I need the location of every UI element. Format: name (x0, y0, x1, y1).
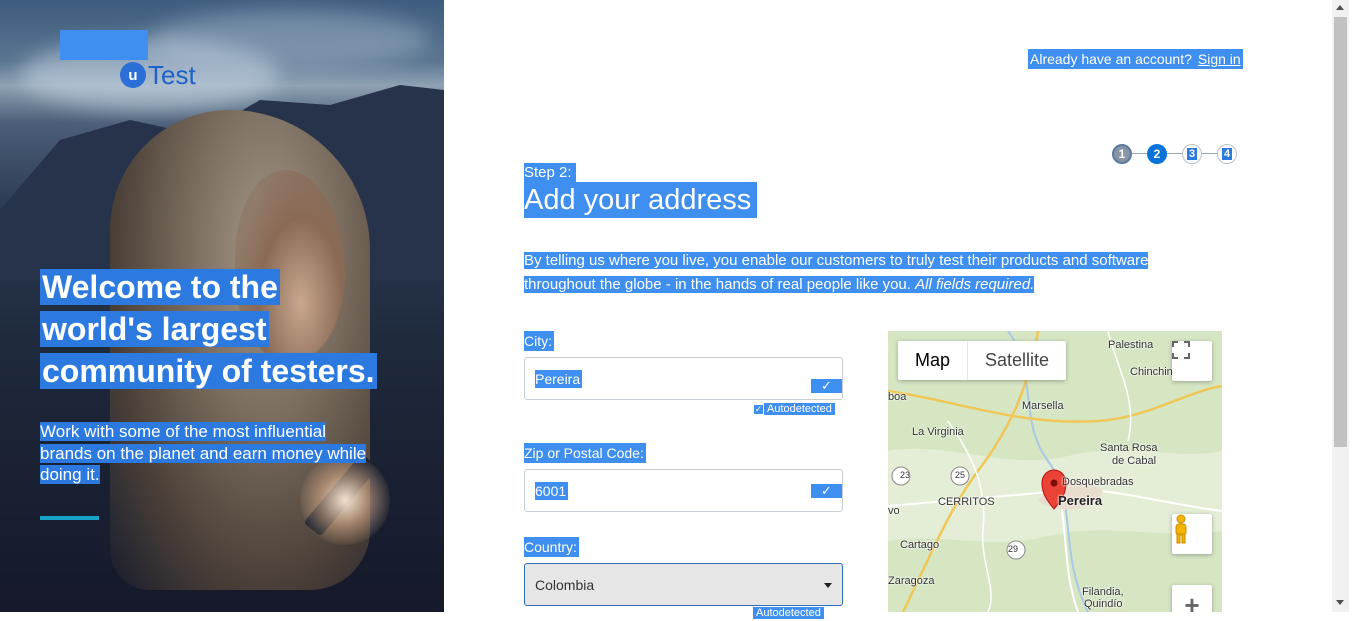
map-type-map-button[interactable]: Map (898, 341, 967, 380)
hero-title: Welcome to the world's largest community… (40, 266, 400, 392)
map-label: CERRITOS (938, 496, 995, 508)
intro-line: throughout the globe - in the hands of r… (524, 275, 916, 293)
country-autodetected-text: Autodetected (753, 607, 824, 619)
city-value: Pereira (535, 370, 583, 388)
country-autodetected-badge: Autodetected (753, 606, 824, 621)
city-autodetected-text: Autodetected (764, 403, 835, 415)
zip-label: Zip or Postal Code: (524, 443, 646, 463)
hero-subtitle-line: brands on the planet and earn money whil… (40, 443, 367, 463)
map-label: Cartago (900, 539, 940, 551)
hero-title-line: community of testers. (40, 353, 377, 389)
scroll-down-icon[interactable] (1336, 600, 1344, 605)
hero-panel: u Test Welcome to the world's largest co… (0, 0, 444, 612)
map-label: vo (888, 505, 900, 517)
city-autodetected-badge: ✓ Autodetected (753, 402, 835, 417)
hero-subtitle-line: doing it. (40, 465, 100, 484)
zip-input[interactable]: 6001 ✓ (524, 469, 843, 512)
street-view-pegman-button[interactable] (1172, 514, 1212, 554)
intro-line: By telling us where you live, you enable… (524, 252, 1149, 269)
map-label: Palestina (1108, 339, 1154, 351)
city-input[interactable]: Pereira ✓ (524, 357, 843, 400)
autodetected-check-icon: ✓ (753, 403, 764, 415)
page-title: Add your address (524, 182, 758, 218)
city-label: City: (524, 331, 554, 351)
intro-required-note: All fields required. (915, 275, 1035, 293)
utest-logo[interactable]: u Test (60, 30, 196, 90)
route-badge: 25 (955, 470, 966, 480)
scrollbar-thumb[interactable] (1334, 17, 1347, 447)
hero-subtitle-line: Work with some of the most influential (40, 422, 326, 441)
route-badge: 23 (900, 470, 911, 480)
step-1: 1 (1112, 144, 1132, 164)
account-prompt: Already have an account? Sign in (1028, 49, 1243, 69)
logo-mark: u (120, 62, 146, 88)
fullscreen-icon (1172, 341, 1190, 359)
map-label: Santa Rosa (1100, 442, 1158, 454)
country-label: Country: (524, 537, 579, 557)
map-label-pereira: Pereira (1058, 493, 1103, 508)
map-label: La Virginia (912, 426, 964, 438)
zip-value: 6001 (535, 482, 569, 500)
step-4-number: 4 (1221, 148, 1233, 160)
scroll-up-icon[interactable] (1336, 5, 1344, 10)
country-value: Colombia (535, 577, 595, 593)
step-3: 3 (1182, 144, 1202, 164)
account-prompt-text: Already have an account? (1030, 51, 1192, 67)
pegman-icon (1175, 514, 1187, 544)
step-indicator: 1 2 3 4 (1112, 144, 1238, 164)
country-select[interactable]: Colombia (524, 563, 843, 606)
map-label: Filandia, (1082, 586, 1124, 598)
fullscreen-button[interactable] (1172, 341, 1212, 381)
hero-title-line: Welcome to the (40, 269, 280, 305)
hero-accent-rule (40, 516, 99, 520)
page-scrollbar[interactable] (1332, 0, 1349, 612)
map-label: Quindío (1084, 598, 1123, 610)
map-label: Marsella (1022, 400, 1064, 412)
step-2: 2 (1147, 144, 1167, 164)
map-label: Dosquebradas (1062, 476, 1134, 488)
map-label: de Cabal (1112, 455, 1157, 467)
hero-subtitle: Work with some of the most influential b… (40, 421, 400, 486)
zoom-in-button[interactable]: + (1172, 585, 1212, 612)
map-type-control: Map Satellite (898, 341, 1067, 380)
map-label: boa (888, 391, 907, 403)
intro-text: By telling us where you live, you enable… (524, 249, 1194, 296)
step-4: 4 (1217, 144, 1237, 164)
hero-title-line: world's largest (40, 311, 269, 347)
location-map[interactable]: 23 25 29 Palestina Chinchiná Marsella La… (888, 331, 1222, 612)
zip-check-icon: ✓ (811, 484, 842, 498)
map-label: Zaragoza (888, 575, 935, 587)
sign-in-link[interactable]: Sign in (1198, 51, 1241, 67)
logo-text: Test (148, 59, 196, 90)
city-check-icon: ✓ (811, 379, 842, 393)
step-3-number: 3 (1186, 148, 1198, 160)
map-type-satellite-button[interactable]: Satellite (968, 341, 1066, 380)
route-badge: 29 (1008, 544, 1019, 554)
chevron-down-icon (824, 583, 832, 588)
step-label: Step 2: (524, 163, 576, 182)
